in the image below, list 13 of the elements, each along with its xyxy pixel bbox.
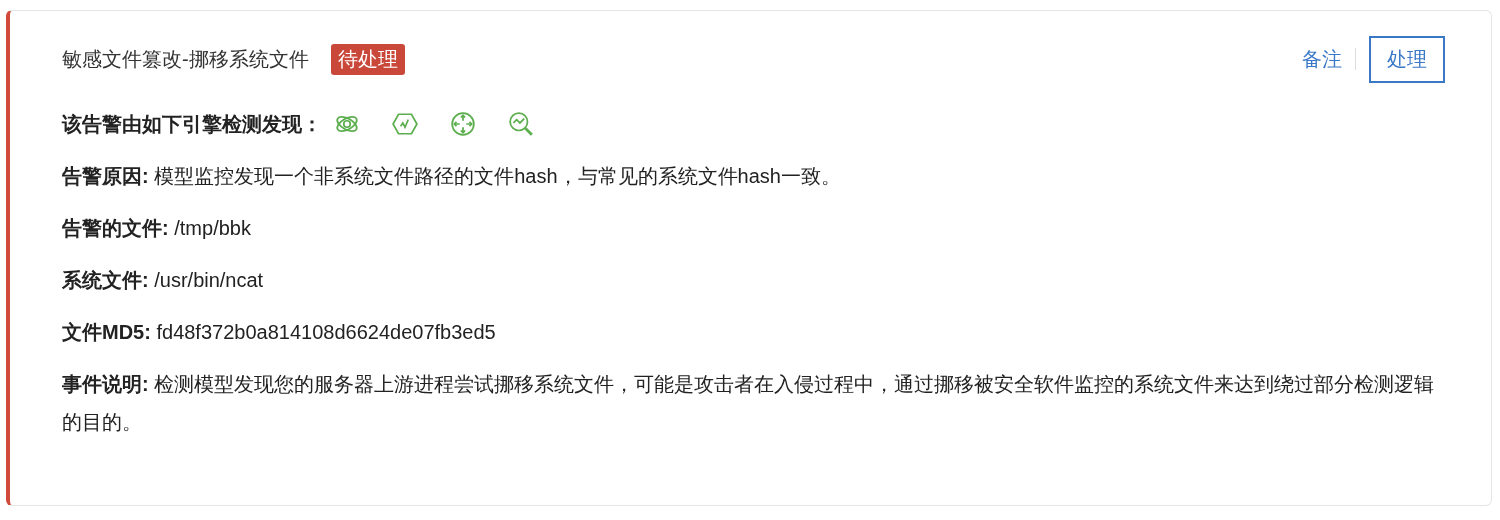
status-badge: 待处理 (330, 43, 405, 75)
alert-title: 敏感文件篡改-挪移系统文件 (62, 46, 309, 72)
detail-text: 告警的文件: /tmp/bbk (62, 216, 252, 241)
detail-text: 告警原因: 模型监控发现一个非系统文件路径的文件hash，与常见的系统文件hash一致。 (62, 164, 842, 189)
detail-text: 系统文件: /usr/bin/ncat (62, 268, 265, 293)
engines-label: 该告警由如下引擎检测发现： (62, 112, 322, 137)
note-link[interactable]: 备注 (1302, 45, 1342, 73)
target-icon (450, 111, 476, 137)
search-icon (508, 111, 534, 137)
hexagon-icon (392, 111, 418, 137)
handle-button[interactable]: 处理 (1369, 35, 1445, 83)
detail-text: 文件MD5: fd48f372b0a814108d6624de07fb3ed5 (62, 320, 497, 345)
detail-text: 事件说明: 检测模型发现您的服务器上游进程尝试挪移系统文件，可能是攻击者在入侵过程中，通过挪移被安全软件监控的系统文件来达到绕过部分检测逻辑的目的。 (62, 372, 1436, 435)
